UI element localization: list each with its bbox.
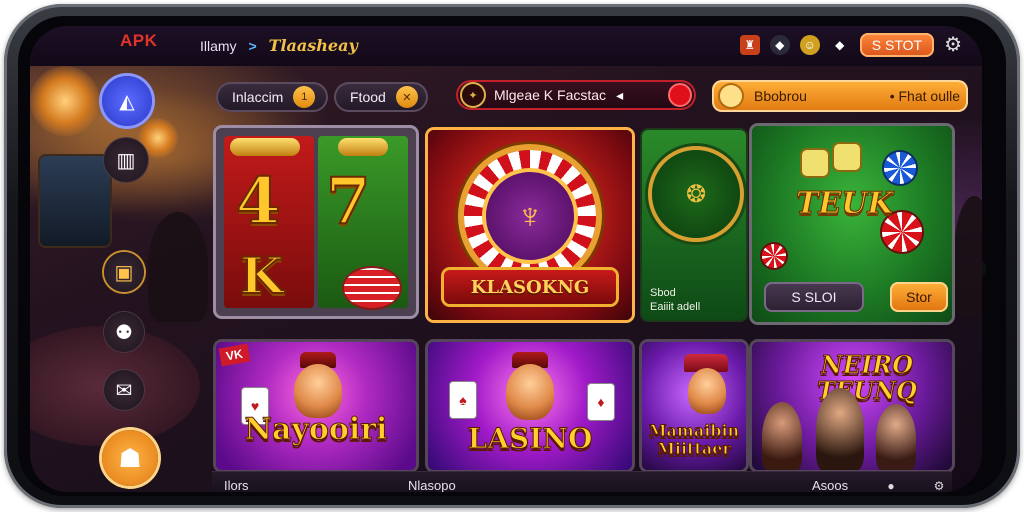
coin-icon: 1: [293, 86, 316, 108]
card-3-title-line1: Mamaibin: [648, 421, 740, 440]
settings-icon[interactable]: ⚙: [930, 477, 948, 492]
nav-friends-button[interactable]: ⚉: [104, 312, 144, 352]
character-portrait: [816, 388, 864, 470]
app-screen: APK Illamy > Tlaasheay ♜ ◆ ☺ ◆ S STOT ⚙ …: [30, 26, 982, 492]
bottom-bar: Ilors Nlasopo Asoos ● ⚙: [212, 472, 952, 492]
people-icon: ⚉: [115, 321, 133, 344]
game-card-4[interactable]: NEIRO TEUNQ: [752, 342, 952, 470]
nav-messages-button[interactable]: ✉: [104, 370, 144, 410]
reel-symbol: 4: [235, 163, 282, 240]
playing-card: ♠: [450, 382, 476, 418]
wide-gold-right-label: • Fhat oulle: [889, 88, 960, 104]
green-tile-line2: Eaiiit adell: [650, 301, 701, 313]
star-emblem-icon: ✦: [462, 84, 484, 106]
breadcrumb-home[interactable]: Illamy: [200, 38, 237, 54]
bottom-right-label[interactable]: Asoos: [812, 478, 848, 492]
nav-home-button[interactable]: ◭: [102, 76, 152, 126]
filter-pill-1-label: Inlaccim: [232, 89, 284, 105]
character-portrait: [876, 404, 916, 470]
arrow-left-icon: ◂: [616, 86, 624, 103]
table-title: TEUK: [795, 186, 894, 222]
phone-frame: APK Illamy > Tlaasheay ♜ ◆ ☺ ◆ S STOT ⚙ …: [4, 4, 1020, 508]
record-icon: [670, 85, 690, 105]
card-2-title: LASINO: [467, 422, 593, 456]
game-tile-reels[interactable]: 4 7 K: [216, 128, 416, 316]
slots-icon: ▥: [116, 149, 136, 172]
phone-bezel: APK Illamy > Tlaasheay ♜ ◆ ☺ ◆ S STOT ⚙ …: [18, 16, 1006, 496]
coin-icon[interactable]: ●: [882, 477, 900, 492]
filter-pill-1[interactable]: Inlaccim 1: [216, 82, 328, 112]
dice-icon: [834, 144, 860, 170]
wide-gold-left-label: Bbobrou: [754, 88, 807, 104]
play-icon: ◭: [119, 90, 135, 113]
filter-pill-2-label: Ftood: [350, 89, 386, 105]
green-tile-line1: Sbod: [650, 287, 676, 299]
user-icon: ☗: [118, 442, 142, 473]
app-logo: APK: [120, 31, 158, 50]
game-tile-table[interactable]: TEUK S SLOI Stor: [752, 126, 952, 322]
avatar-icon[interactable]: ☺: [799, 34, 820, 55]
nav-profile-button[interactable]: ☗: [102, 430, 158, 486]
wheel-banner: KLASOKNG: [444, 270, 616, 304]
card-3-title: Mamaibin Miittaer: [642, 421, 746, 458]
character-portrait: [762, 402, 802, 470]
breadcrumb: Illamy > Tlaasheay: [200, 36, 358, 55]
feature-pill[interactable]: ✦ Mlgeae K Facstac ◂: [456, 80, 696, 110]
background-person: [148, 212, 208, 322]
card-3-title-line2: Miittaer: [657, 439, 732, 458]
card-1-title: Nayooiri: [244, 412, 388, 448]
card-corner-tag: VK: [218, 343, 251, 367]
game-card-1[interactable]: VK ♥ Nayooiri: [216, 342, 416, 470]
fortune-wheel-icon: ❂: [652, 150, 740, 238]
table-slot-button[interactable]: S SLOI: [764, 282, 864, 312]
shop-icon: ▣: [114, 261, 134, 284]
gear-icon[interactable]: ⚙: [944, 32, 962, 57]
game-tile-green[interactable]: ❂ Sbod Eaiiit adell: [642, 130, 746, 320]
coin-stack: [338, 138, 388, 156]
bottom-center-label[interactable]: Nlasopo: [408, 478, 456, 492]
chip-stack: [344, 268, 400, 308]
card-4-title-line1: NEIRO: [820, 350, 914, 379]
lamp-glow: [30, 66, 100, 136]
poker-chip: [762, 244, 786, 268]
game-card-3[interactable]: Mamaibin Miittaer: [642, 342, 746, 470]
table-start-button[interactable]: Stor: [890, 282, 948, 312]
reel-symbol: 7: [325, 163, 372, 240]
card-4-title-line2: TEUNQ: [817, 376, 918, 405]
game-tile-wheel[interactable]: ♆ KLASOKNG: [428, 130, 632, 320]
green-tile-text: Sbod Eaiiit adell: [650, 286, 700, 314]
reel-symbol: K: [239, 245, 284, 306]
poker-chip: [884, 152, 916, 184]
coin-stack: [230, 138, 300, 156]
card-4-title: NEIRO TEUNQ: [792, 350, 942, 405]
diamond-icon[interactable]: ◆: [830, 35, 850, 55]
mail-icon: ✉: [115, 379, 133, 402]
mascot-character: [506, 364, 554, 420]
mascot-character: [294, 364, 342, 418]
playing-card: ♦: [588, 384, 614, 420]
background-slot-machine: [40, 156, 110, 246]
coin-icon: [720, 85, 742, 107]
page-title: Tlaasheay: [268, 36, 358, 55]
top-actions: ♜ ◆ ☺ ◆ S STOT ⚙: [739, 32, 962, 57]
nav-shop-button[interactable]: ▣: [104, 252, 144, 292]
slot-button[interactable]: S STOT: [859, 32, 935, 57]
feature-pill-label: Mlgeae K Facstac: [494, 87, 607, 103]
bottom-left-label[interactable]: Ilors: [224, 478, 249, 492]
trophy-icon[interactable]: ♜: [739, 34, 760, 55]
shield-icon[interactable]: ◆: [769, 34, 790, 55]
wide-gold-button[interactable]: Bbobrou • Fhat oulle: [712, 80, 968, 112]
game-card-2[interactable]: ♠ ♦ LASINO: [428, 342, 632, 470]
dragon-emblem-icon: ♆: [486, 172, 574, 260]
chevron-right-icon: >: [248, 38, 257, 54]
mascot-character: [688, 368, 726, 414]
filter-pill-2[interactable]: Ftood ✕: [334, 82, 428, 112]
background-person: [954, 196, 982, 316]
top-bar: APK Illamy > Tlaasheay ♜ ◆ ☺ ◆ S STOT ⚙: [30, 26, 982, 66]
dice-icon: [802, 150, 828, 176]
close-icon: ✕: [395, 86, 418, 108]
nav-games-button[interactable]: ▥: [104, 138, 148, 182]
